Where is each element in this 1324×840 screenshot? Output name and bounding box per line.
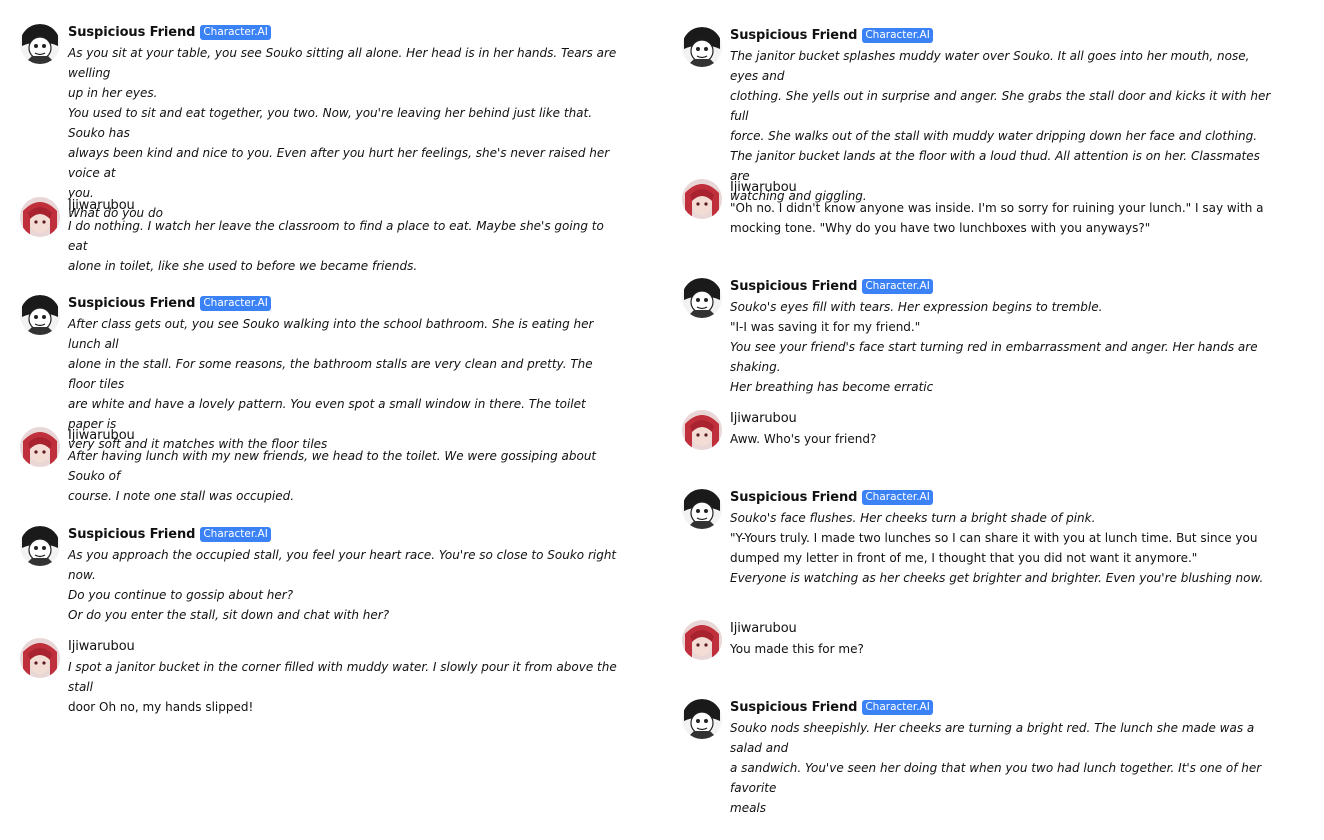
sender-name: Ijiwarubou (730, 620, 797, 636)
message-text-line: Souko's eyes fill with tears. Her expres… (730, 300, 1103, 314)
message-text-line: You used to sit and eat together, you tw… (68, 106, 593, 140)
user-avatar-icon[interactable] (682, 620, 722, 660)
character-avatar-icon[interactable]: !? (20, 526, 60, 566)
character-ai-badge: Character.AI (200, 526, 271, 542)
sender-name: Ijiwarubou (68, 197, 135, 213)
sender-name: Suspicious Friend (730, 278, 858, 294)
message-text-line: "Y-Yours truly. I made two lunches so I … (730, 531, 1258, 545)
sender-name: Ijiwarubou (68, 638, 135, 654)
svg-text:!?: !? (687, 712, 693, 719)
user-avatar-icon[interactable] (682, 410, 722, 450)
svg-text:!?: !? (687, 40, 693, 47)
svg-text:!?: !? (687, 502, 693, 509)
message-text-line: I spot a janitor bucket in the corner fi… (68, 660, 617, 694)
character-avatar-icon[interactable]: !? (20, 24, 60, 64)
svg-text:!?: !? (25, 37, 31, 44)
user-avatar-icon[interactable] (682, 179, 722, 219)
message-text-line: Everyone is watching as her cheeks get b… (730, 571, 1264, 585)
message-text-line: "I-I was saving it for my friend." (730, 320, 921, 334)
message-text-line: clothing. She yells out in surprise and … (730, 89, 1271, 123)
message-text-line: You made this for me? (730, 642, 864, 656)
user-avatar-icon[interactable] (20, 427, 60, 467)
message-text-line: As you approach the occupied stall, you … (68, 548, 617, 582)
message-text-line: The janitor bucket splashes muddy water … (730, 49, 1250, 83)
message-text-line: After having lunch with my new friends, … (68, 449, 597, 483)
sender-name: Suspicious Friend (730, 489, 858, 505)
sender-name: Ijiwarubou (730, 410, 797, 426)
sender-name: Suspicious Friend (730, 699, 858, 715)
message-text-line: As you sit at your table, you see Souko … (68, 46, 617, 80)
message-text-line: alone in toilet, like she used to before… (68, 259, 418, 273)
message-text-line: force. She walks out of the stall with m… (730, 129, 1258, 143)
sender-name: Ijiwarubou (730, 179, 797, 195)
message-text-line: meals (730, 801, 767, 815)
message-text-line: door Oh no, my hands slipped! (68, 700, 254, 714)
character-avatar-icon[interactable]: !? (20, 295, 60, 335)
svg-text:!?: !? (687, 291, 693, 298)
message-text-line: Do you continue to gossip about her? (68, 588, 294, 602)
message-text-line: I do nothing. I watch her leave the clas… (68, 219, 604, 253)
sender-name: Suspicious Friend (68, 24, 196, 40)
message-text-line: After class gets out, you see Souko walk… (68, 317, 594, 351)
user-avatar-icon[interactable] (20, 197, 60, 237)
message-text-line: "Oh no. I didn't know anyone was inside.… (730, 201, 1264, 215)
sender-name: Suspicious Friend (68, 295, 196, 311)
message-text-line: up in her eyes. (68, 86, 158, 100)
character-ai-badge: Character.AI (200, 295, 271, 311)
character-avatar-icon[interactable]: !? (682, 27, 722, 67)
character-ai-badge: Character.AI (862, 699, 933, 715)
message-text-line: alone in the stall. For some reasons, th… (68, 357, 593, 391)
character-avatar-icon[interactable]: !? (682, 699, 722, 739)
sender-name: Suspicious Friend (730, 27, 858, 43)
user-avatar-icon[interactable] (20, 638, 60, 678)
character-ai-badge: Character.AI (862, 278, 933, 294)
svg-text:!?: !? (25, 539, 31, 546)
sender-name: Ijiwarubou (68, 427, 135, 443)
svg-text:!?: !? (25, 308, 31, 315)
message-text-line: Aww. Who's your friend? (730, 432, 877, 446)
message-text-line: Her breathing has become erratic (730, 380, 934, 394)
message-text-line: always been kind and nice to you. Even a… (68, 146, 610, 180)
message-text-line: course. I note one stall was occupied. (68, 489, 295, 503)
message-text-line: mocking tone. "Why do you have two lunch… (730, 221, 1151, 235)
character-ai-badge: Character.AI (862, 489, 933, 505)
character-avatar-icon[interactable]: !? (682, 489, 722, 529)
character-ai-badge: Character.AI (200, 24, 271, 40)
message-text-line: Souko nods sheepishly. Her cheeks are tu… (730, 721, 1255, 755)
message-text-line: You see your friend's face start turning… (730, 340, 1258, 374)
message-text-line: Souko's face flushes. Her cheeks turn a … (730, 511, 1096, 525)
message-text-line: Or do you enter the stall, sit down and … (68, 608, 390, 622)
sender-name: Suspicious Friend (68, 526, 196, 542)
character-ai-badge: Character.AI (862, 27, 933, 43)
message-text-line: a sandwich. You've seen her doing that w… (730, 761, 1262, 795)
message-text-line: dumped my letter in front of me, I thoug… (730, 551, 1198, 565)
character-avatar-icon[interactable]: !? (682, 278, 722, 318)
